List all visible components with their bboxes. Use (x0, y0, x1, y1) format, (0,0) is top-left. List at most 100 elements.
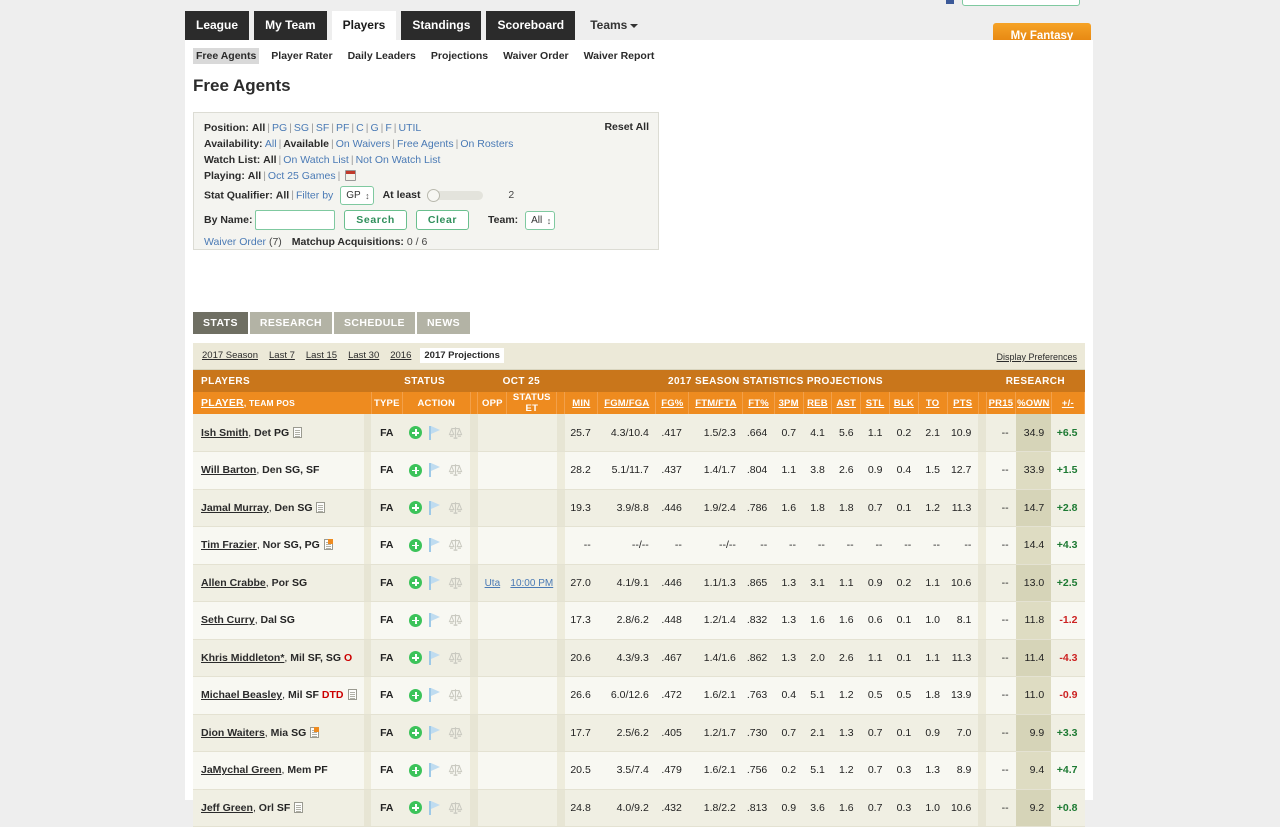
filter-availability-available[interactable]: Available (283, 138, 329, 150)
col-header-min-label[interactable]: MIN (572, 398, 590, 409)
watch-flag-icon[interactable] (429, 650, 441, 665)
subnav-item-player-rater[interactable]: Player Rater (268, 48, 335, 64)
team-select[interactable]: All (525, 210, 556, 230)
subnav-item-free-agents[interactable]: Free Agents (193, 48, 260, 64)
nav-tab-league[interactable]: League (185, 11, 250, 40)
calendar-icon[interactable] (345, 170, 357, 181)
tab-news[interactable]: NEWS (416, 312, 471, 334)
player-name-link[interactable]: Seth Curry (201, 614, 255, 626)
watch-flag-icon[interactable] (429, 613, 441, 628)
subnav-item-waiver-report[interactable]: Waiver Report (581, 48, 658, 64)
watch-flag-icon[interactable] (429, 575, 441, 590)
filter-position-sg[interactable]: SG (294, 122, 309, 134)
watch-flag-icon[interactable] (429, 425, 441, 440)
filter-watchlist-on[interactable]: On Watch List (283, 154, 349, 166)
col-header-reb-label[interactable]: REB (807, 398, 828, 409)
filter-availability-on-rosters[interactable]: On Rosters (460, 138, 513, 150)
compare-icon[interactable] (448, 501, 463, 515)
filter-watchlist-all[interactable]: All (263, 154, 276, 166)
col-header-reb[interactable]: REB (803, 392, 833, 414)
opponent-link[interactable]: Uta (485, 578, 501, 589)
col-header-own-pct-label[interactable]: %OWN (1017, 398, 1049, 409)
player-note-icon[interactable] (316, 501, 326, 513)
filter-statqual-filter-by[interactable]: Filter by (296, 189, 333, 201)
watch-flag-icon[interactable] (429, 800, 441, 815)
col-header-pts[interactable]: PTS (947, 392, 979, 414)
col-header-stl-label[interactable]: STL (866, 398, 885, 409)
col-header-fg-pct-label[interactable]: FG% (661, 398, 683, 409)
player-name-search-input[interactable] (255, 210, 336, 230)
filter-position-sf[interactable]: SF (316, 122, 329, 134)
watch-flag-icon[interactable] (429, 538, 441, 553)
subnav-item-waiver-order[interactable]: Waiver Order (500, 48, 572, 64)
col-header-3pm-label[interactable]: 3PM (779, 398, 799, 409)
filter-position-f[interactable]: F (385, 122, 391, 134)
at-least-slider[interactable] (427, 189, 484, 202)
tab-research[interactable]: RESEARCH (249, 312, 332, 334)
col-header-fgm-fga-label[interactable]: FGM/FGA (604, 398, 649, 409)
filter-position-pg[interactable]: PG (272, 122, 287, 134)
player-name-link[interactable]: Will Barton (201, 464, 256, 476)
game-time-link[interactable]: 10:00 PM (510, 578, 553, 589)
col-header-ftm-fta[interactable]: FTM/FTA (688, 392, 744, 414)
watch-flag-icon[interactable] (429, 500, 441, 515)
compare-icon[interactable] (448, 538, 463, 552)
col-header-ast[interactable]: AST (831, 392, 862, 414)
filter-availability-all[interactable]: All (265, 138, 277, 150)
waiver-order-link[interactable]: Waiver Order (204, 236, 266, 248)
watch-flag-icon[interactable] (429, 463, 441, 478)
nav-tab-scoreboard[interactable]: Scoreboard (486, 11, 576, 40)
player-video-icon[interactable] (310, 726, 320, 738)
compare-icon[interactable] (448, 576, 463, 590)
add-player-icon[interactable] (409, 688, 423, 702)
nav-tab-my-team[interactable]: My Team (254, 11, 327, 40)
filter-position-util[interactable]: UTIL (399, 122, 422, 134)
add-player-icon[interactable] (409, 426, 423, 439)
filter-position-all[interactable]: All (252, 122, 265, 134)
add-player-icon[interactable] (409, 501, 423, 515)
col-header-pts-label[interactable]: PTS (953, 398, 972, 409)
compare-icon[interactable] (448, 801, 463, 815)
col-header-3pm[interactable]: 3PM (774, 392, 804, 414)
player-video-icon[interactable] (323, 539, 333, 551)
compare-icon[interactable] (448, 688, 463, 702)
col-header-own-pct[interactable]: %OWN (1015, 392, 1052, 414)
col-header-pr15-label[interactable]: PR15 (989, 398, 1014, 409)
col-header-to-label[interactable]: TO (926, 398, 939, 409)
global-search-input[interactable] (962, 0, 1080, 6)
player-name-link[interactable]: Ish Smith (201, 427, 248, 439)
col-header-to[interactable]: TO (918, 392, 948, 414)
col-header-stl[interactable]: STL (860, 392, 890, 414)
add-player-icon[interactable] (409, 538, 423, 552)
stat-select[interactable]: GP (340, 186, 374, 205)
col-header-player-label[interactable]: PLAYER (201, 397, 244, 409)
col-header-fg-pct[interactable]: FG% (655, 392, 690, 414)
filter-position-c[interactable]: C (356, 122, 364, 134)
filter-playing-all[interactable]: All (248, 170, 261, 182)
player-note-icon[interactable] (294, 801, 304, 813)
player-name-link[interactable]: Allen Crabbe (201, 577, 266, 589)
range-last-30[interactable]: Last 30 (346, 350, 381, 361)
col-header-plus-minus-label[interactable]: +/- (1062, 398, 1074, 409)
col-header-pr15[interactable]: PR15 (986, 392, 1017, 414)
player-name-link[interactable]: Khris Middleton* (201, 652, 284, 664)
player-note-icon[interactable] (293, 426, 303, 438)
filter-statqual-all[interactable]: All (276, 189, 289, 201)
filter-availability-on-waivers[interactable]: On Waivers (336, 138, 390, 150)
add-player-icon[interactable] (409, 763, 423, 777)
range-2017-season[interactable]: 2017 Season (200, 350, 260, 361)
compare-icon[interactable] (448, 651, 463, 665)
add-player-icon[interactable] (409, 463, 423, 477)
watch-flag-icon[interactable] (429, 725, 441, 740)
col-header-player[interactable]: PLAYER, TEAM POS (193, 392, 372, 414)
display-preferences-link[interactable]: Display Preferences (996, 352, 1077, 362)
col-header-fgm-fga[interactable]: FGM/FGA (597, 392, 657, 414)
compare-icon[interactable] (448, 463, 463, 477)
col-header-plus-minus[interactable]: +/- (1051, 392, 1086, 414)
range-last-7[interactable]: Last 7 (267, 350, 297, 361)
player-name-link[interactable]: Jamal Murray (201, 502, 269, 514)
slider-handle[interactable] (427, 189, 441, 202)
filter-watchlist-not-on[interactable]: Not On Watch List (356, 154, 441, 166)
clear-button[interactable]: Clear (415, 210, 470, 230)
add-player-icon[interactable] (409, 576, 423, 590)
